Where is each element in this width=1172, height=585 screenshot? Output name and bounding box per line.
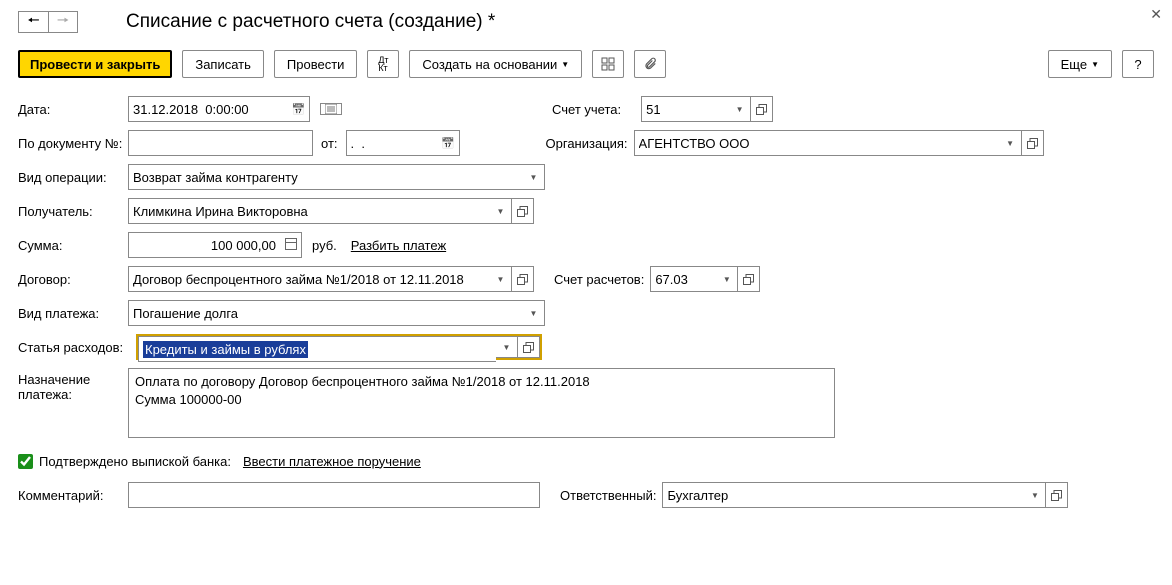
attachments-button[interactable] (634, 50, 666, 78)
register-icon-button[interactable] (320, 103, 342, 115)
toolbar: Провести и закрыть Записать Провести Соз… (18, 50, 1154, 78)
more-button[interactable]: Еще ▼ (1048, 50, 1112, 78)
expense-label: Статья расходов: (18, 340, 136, 355)
comment-input[interactable] (128, 482, 540, 508)
settle-acct-label: Счет расчетов: (554, 272, 644, 287)
responsible-open-icon[interactable] (1046, 482, 1068, 508)
confirmed-checkbox[interactable] (18, 454, 33, 469)
calculator-icon[interactable] (280, 232, 302, 258)
create-based-on-button[interactable]: Создать на основании ▼ (409, 50, 582, 78)
recipient-input[interactable] (128, 198, 490, 224)
split-payment-link[interactable]: Разбить платеж (351, 238, 446, 253)
docnum-label: По документу №: (18, 136, 128, 151)
chevron-down-icon: ▼ (561, 60, 569, 69)
enter-payment-order-link[interactable]: Ввести платежное поручение (243, 454, 421, 469)
purpose-textarea[interactable] (128, 368, 835, 438)
responsible-input[interactable] (662, 482, 1024, 508)
post-button[interactable]: Провести (274, 50, 358, 78)
paytype-label: Вид платежа: (18, 306, 128, 321)
settle-acct-open-icon[interactable] (738, 266, 760, 292)
confirmed-label: Подтверждено выпиской банка: (39, 454, 231, 469)
date-label: Дата: (18, 102, 128, 117)
docnum-input[interactable] (128, 130, 313, 156)
date-input[interactable] (128, 96, 288, 122)
calendar-icon[interactable] (288, 96, 310, 122)
account-dropdown-icon[interactable] (729, 96, 751, 122)
page-title: Списание с расчетного счета (создание) * (126, 11, 495, 33)
calendar-icon[interactable] (438, 130, 460, 156)
save-button[interactable]: Записать (182, 50, 264, 78)
account-input[interactable] (641, 96, 729, 122)
docnum-from-label: от: (321, 136, 338, 151)
responsible-label: Ответственный: (560, 488, 656, 503)
structure-button[interactable] (592, 50, 624, 78)
contract-open-icon[interactable] (512, 266, 534, 292)
nav-forward-button[interactable]: 🠖 (48, 11, 78, 33)
paytype-dropdown-icon[interactable] (523, 300, 545, 326)
expense-dropdown-icon[interactable] (496, 336, 518, 358)
purpose-label: Назначение платежа: (18, 368, 128, 402)
sum-label: Сумма: (18, 238, 128, 253)
recipient-open-icon[interactable] (512, 198, 534, 224)
window-close-icon[interactable]: ✕ (1150, 6, 1162, 23)
currency-label: руб. (312, 238, 337, 253)
settle-acct-input[interactable] (650, 266, 716, 292)
recipient-dropdown-icon[interactable] (490, 198, 512, 224)
post-and-close-button[interactable]: Провести и закрыть (18, 50, 172, 78)
create-based-on-label: Создать на основании (422, 57, 557, 72)
optype-dropdown-icon[interactable] (523, 164, 545, 190)
paytype-input[interactable] (128, 300, 523, 326)
contract-dropdown-icon[interactable] (490, 266, 512, 292)
org-dropdown-icon[interactable] (1000, 130, 1022, 156)
nav-back-button[interactable]: 🠔 (18, 11, 48, 33)
expense-open-icon[interactable] (518, 336, 540, 358)
more-label: Еще (1061, 57, 1087, 72)
org-open-icon[interactable] (1022, 130, 1044, 156)
contract-label: Договор: (18, 272, 128, 287)
account-open-icon[interactable] (751, 96, 773, 122)
docdate-input[interactable] (346, 130, 438, 156)
org-input[interactable] (634, 130, 1000, 156)
dt-kt-button[interactable] (367, 50, 399, 78)
help-button[interactable]: ? (1122, 50, 1154, 78)
account-label: Счет учета: (552, 102, 621, 117)
org-label: Организация: (546, 136, 628, 151)
nav-group: 🠔 🠖 (18, 11, 78, 33)
chevron-down-icon: ▼ (1091, 60, 1099, 69)
expense-input[interactable]: Кредиты и займы в рублях (138, 336, 496, 362)
settle-acct-dropdown-icon[interactable] (716, 266, 738, 292)
sum-input[interactable] (128, 232, 280, 258)
optype-input[interactable] (128, 164, 523, 190)
comment-label: Комментарий: (18, 488, 128, 503)
responsible-dropdown-icon[interactable] (1024, 482, 1046, 508)
contract-input[interactable] (128, 266, 490, 292)
recipient-label: Получатель: (18, 204, 128, 219)
optype-label: Вид операции: (18, 170, 128, 185)
